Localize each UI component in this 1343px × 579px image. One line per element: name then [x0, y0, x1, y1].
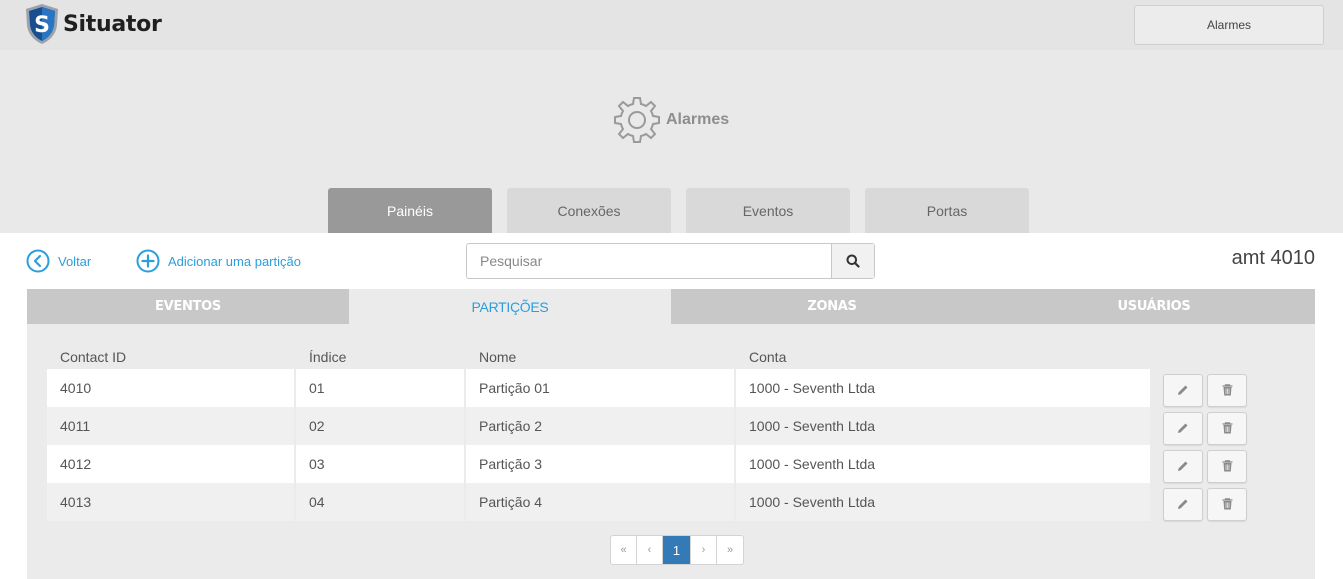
add-partition-label: Adicionar uma partição: [168, 253, 301, 269]
pagination: « ‹ 1 › »: [610, 535, 744, 565]
page-heading: Alarmes: [612, 95, 729, 145]
cell-contact-id: 4013: [47, 483, 296, 521]
cell-nome: Partição 4: [466, 483, 736, 521]
table-row: 4010 01 Partição 01 1000 - Seventh Ltda: [47, 369, 1150, 407]
cell-conta: 1000 - Seventh Ltda: [749, 456, 876, 472]
table-row: 4012 03 Partição 3 1000 - Seventh Ltda: [47, 445, 1150, 483]
tab-portas[interactable]: Portas: [865, 188, 1029, 233]
row-action-group: [1163, 409, 1251, 447]
subtab-usuarios[interactable]: USUÁRIOS: [993, 289, 1315, 324]
edit-button[interactable]: [1163, 449, 1203, 483]
tab-paineis[interactable]: Painéis: [328, 188, 492, 233]
chevron-left-circle-icon: [26, 249, 50, 273]
cell-indice: 03: [296, 445, 466, 483]
pencil-icon: [1178, 423, 1188, 433]
trash-icon: [1222, 498, 1232, 510]
row-actions: [1163, 371, 1251, 523]
cell-indice: 04: [296, 483, 466, 521]
search-button[interactable]: [831, 244, 874, 278]
plus-circle-icon: [136, 249, 160, 273]
partitions-panel: Contact ID Índice Nome Conta 4010 01 Par…: [27, 324, 1315, 579]
partitions-table: Contact ID Índice Nome Conta 4010 01 Par…: [47, 344, 1150, 521]
search-icon: [846, 254, 860, 268]
column-header-contact-id: Contact ID: [60, 348, 127, 365]
column-header-nome: Nome: [479, 348, 517, 365]
edit-button[interactable]: [1163, 487, 1203, 521]
device-name: amt 4010: [1231, 247, 1315, 269]
row-action-group: [1163, 371, 1251, 409]
search-input[interactable]: [467, 244, 831, 278]
row-action-group: [1163, 447, 1251, 485]
cell-conta: 1000 - Seventh Ltda: [749, 380, 876, 396]
page-last-button[interactable]: »: [717, 536, 743, 564]
cell-conta: 1000 - Seventh Ltda: [749, 494, 876, 510]
cell-contact-id: 4010: [47, 369, 296, 407]
trash-icon: [1222, 384, 1232, 396]
subtab-eventos[interactable]: EVENTOS: [27, 289, 349, 324]
search-box: [466, 243, 875, 279]
top-bar: S Situator Alarmes: [0, 0, 1343, 50]
table-row: 4011 02 Partição 2 1000 - Seventh Ltda: [47, 407, 1150, 445]
pencil-icon: [1178, 499, 1188, 509]
cell-indice: 01: [296, 369, 466, 407]
subtab-zonas[interactable]: ZONAS: [671, 289, 993, 324]
delete-button[interactable]: [1207, 411, 1247, 445]
main-tabs: Painéis Conexões Eventos Portas: [328, 188, 1044, 233]
shield-logo-icon: S: [26, 4, 58, 44]
back-link[interactable]: Voltar: [26, 249, 91, 273]
gear-icon: [614, 97, 660, 143]
edit-button[interactable]: [1163, 373, 1203, 407]
sub-tabs: EVENTOS PARTIÇÕES ZONAS USUÁRIOS: [27, 289, 1315, 324]
page-title: Alarmes: [666, 111, 730, 128]
tab-conexoes[interactable]: Conexões: [507, 188, 671, 233]
delete-button[interactable]: [1207, 449, 1247, 483]
cell-nome: Partição 3: [466, 445, 736, 483]
subtab-particoes[interactable]: PARTIÇÕES: [349, 289, 671, 324]
table-row: 4013 04 Partição 4 1000 - Seventh Ltda: [47, 483, 1150, 521]
page-next-button[interactable]: ›: [691, 536, 717, 564]
app-logo[interactable]: S Situator: [24, 3, 162, 45]
content-area: Voltar Adicionar uma partição amt 4010 E…: [0, 233, 1343, 579]
cell-nome: Partição 2: [466, 407, 736, 445]
table-header: Contact ID Índice Nome Conta: [47, 344, 1150, 369]
cell-indice: 02: [296, 407, 466, 445]
edit-button[interactable]: [1163, 411, 1203, 445]
pencil-icon: [1178, 461, 1188, 471]
delete-button[interactable]: [1207, 373, 1247, 407]
cell-contact-id: 4012: [47, 445, 296, 483]
row-action-group: [1163, 485, 1251, 523]
cell-contact-id: 4011: [47, 407, 296, 445]
page-header: Alarmes Painéis Conexões Eventos Portas: [0, 50, 1343, 233]
back-label: Voltar: [58, 253, 92, 269]
alarms-menu-button[interactable]: Alarmes: [1134, 5, 1324, 45]
cell-conta: 1000 - Seventh Ltda: [749, 418, 876, 434]
delete-button[interactable]: [1207, 487, 1247, 521]
trash-icon: [1222, 422, 1232, 434]
cell-nome: Partição 01: [466, 369, 736, 407]
page-first-button[interactable]: «: [611, 536, 637, 564]
page-prev-button[interactable]: ‹: [637, 536, 663, 564]
trash-icon: [1222, 460, 1232, 472]
add-partition-link[interactable]: Adicionar uma partição: [136, 249, 301, 273]
app-name: Situator: [63, 11, 162, 37]
pencil-icon: [1178, 385, 1188, 395]
column-header-indice: Índice: [309, 348, 347, 365]
column-header-conta: Conta: [749, 348, 787, 365]
tab-eventos[interactable]: Eventos: [686, 188, 850, 233]
page-number-button[interactable]: 1: [663, 536, 691, 564]
svg-text:S: S: [34, 13, 50, 38]
